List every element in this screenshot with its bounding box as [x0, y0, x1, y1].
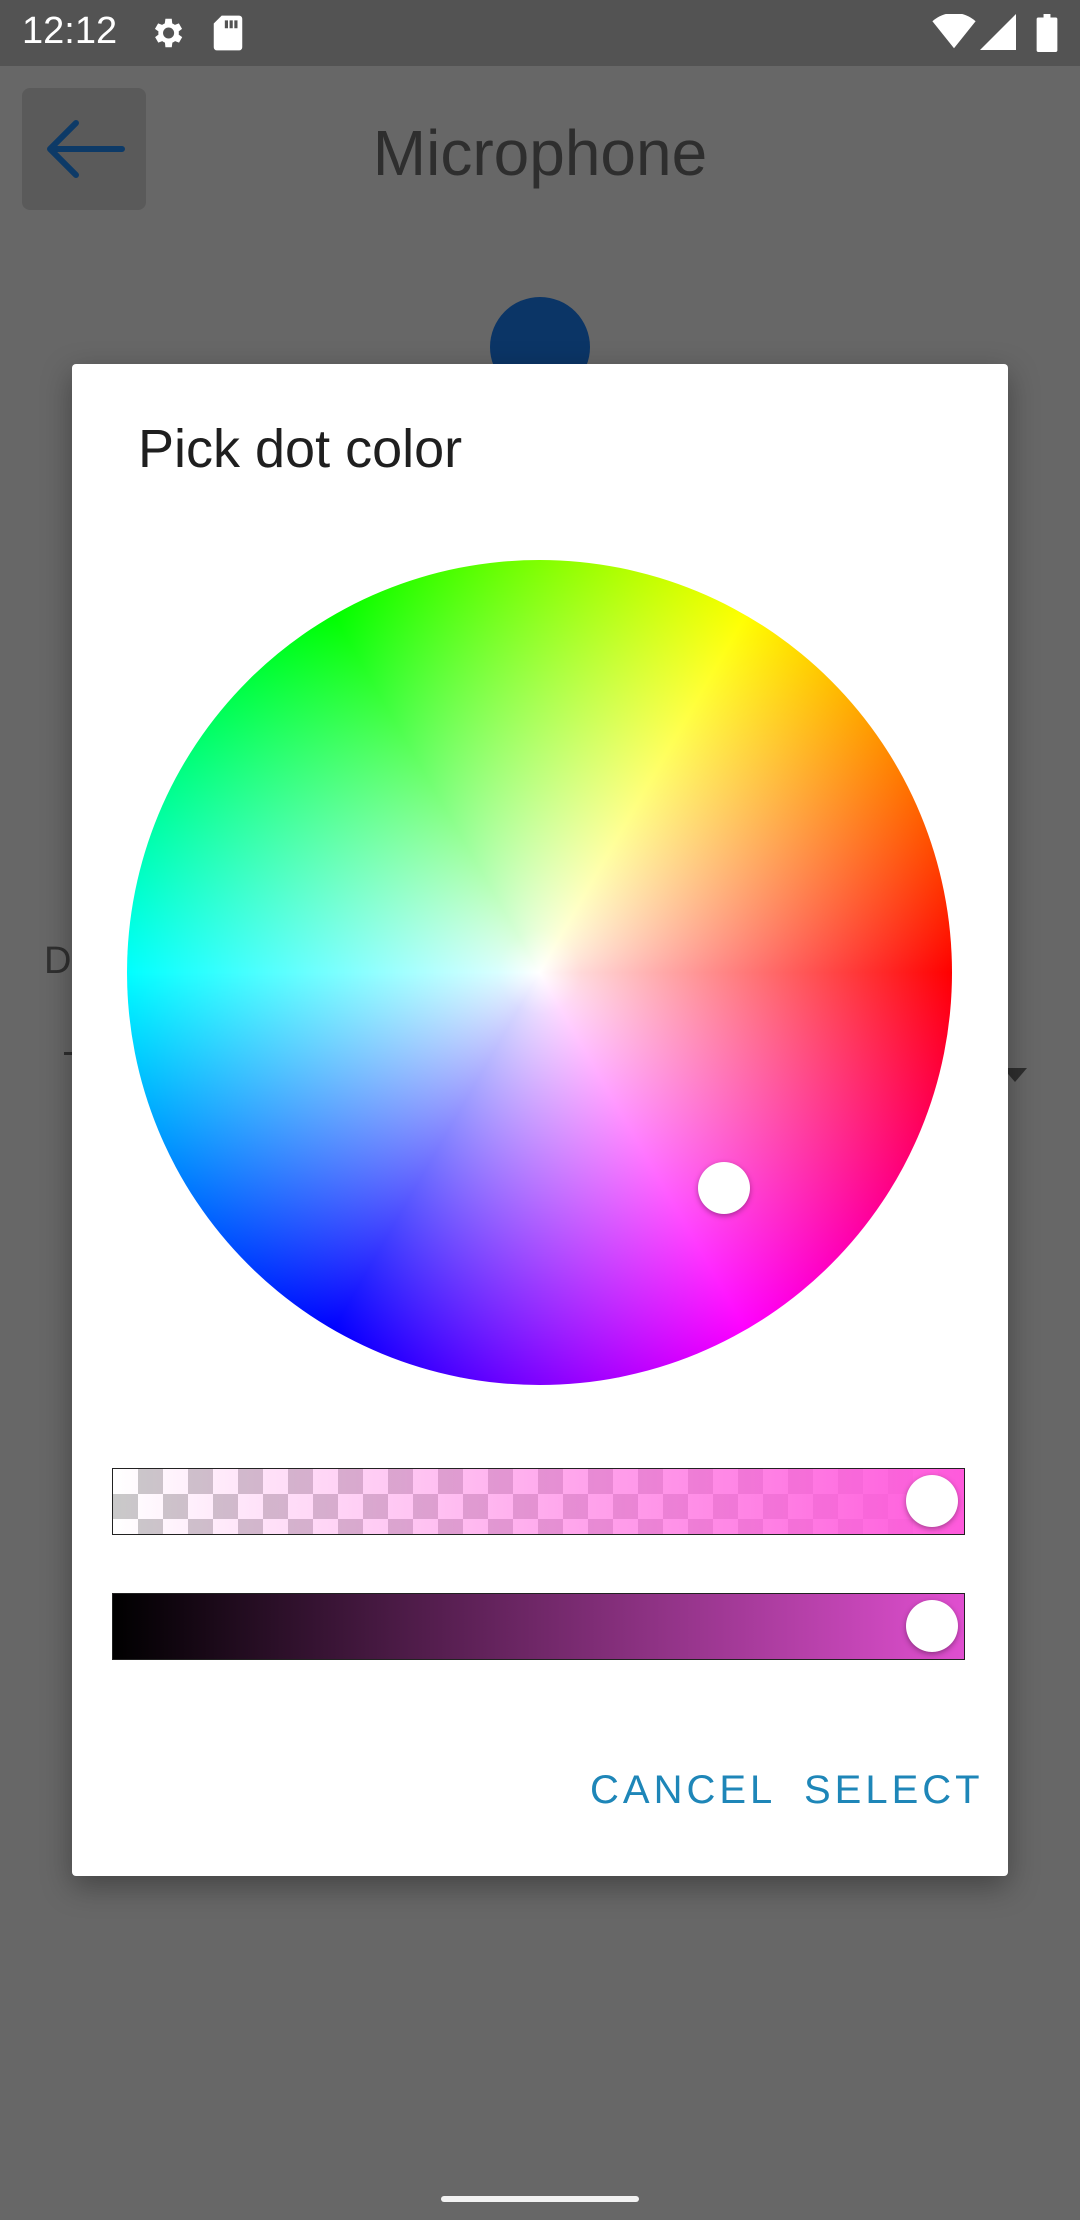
color-picker-dialog: Pick dot color CANCEL SELECT: [72, 364, 1008, 1876]
wifi-icon: [932, 12, 976, 55]
cancel-button[interactable]: CANCEL: [590, 1768, 776, 1813]
home-gesture-handle[interactable]: [441, 2196, 639, 2202]
status-bar: 12:12: [0, 0, 1080, 66]
status-time: 12:12: [22, 10, 118, 52]
color-wheel-handle[interactable]: [698, 1162, 750, 1214]
signal-icon: [980, 14, 1016, 55]
brightness-slider-handle[interactable]: [906, 1600, 958, 1652]
battery-icon: [1036, 14, 1058, 57]
brightness-slider[interactable]: [112, 1593, 965, 1660]
page-title: Microphone: [372, 117, 708, 189]
alpha-slider-handle[interactable]: [906, 1475, 958, 1527]
partial-label: D: [44, 940, 72, 982]
alpha-slider[interactable]: [112, 1468, 965, 1535]
dialog-title: Pick dot color: [138, 419, 463, 479]
select-button[interactable]: SELECT: [804, 1768, 984, 1813]
color-wheel[interactable]: [127, 560, 952, 1385]
gear-icon: [148, 14, 186, 57]
sd-card-icon: [212, 14, 244, 57]
